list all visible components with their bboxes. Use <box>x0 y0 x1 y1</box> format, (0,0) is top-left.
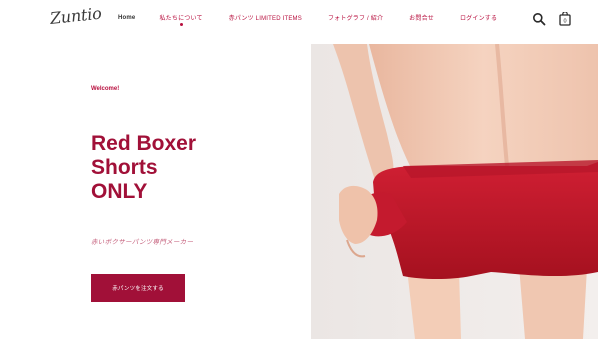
site-logo[interactable]: Zuntio <box>49 4 102 28</box>
hero-title-line: Shorts <box>91 156 158 179</box>
hero-title: Red Boxer Shorts ONLY <box>91 132 291 204</box>
nav-item-home[interactable]: Home <box>118 15 135 21</box>
main-nav: Home 私たちについて 赤パンツ LIMITED ITEMS フォトグラフ /… <box>118 13 523 26</box>
hero-text-panel: Welcome! Red Boxer Shorts ONLY 赤いボクサーパンツ… <box>0 44 311 339</box>
hero-photo <box>311 44 598 339</box>
site-header: Zuntio Home 私たちについて 赤パンツ LIMITED ITEMS フ… <box>0 0 598 44</box>
hero-title-line: ONLY <box>91 180 148 203</box>
welcome-label: Welcome! <box>91 86 120 92</box>
nav-item-limited-items[interactable]: 赤パンツ LIMITED ITEMS <box>229 13 302 22</box>
search-icon[interactable] <box>532 12 546 26</box>
nav-item-contact[interactable]: お問合せ <box>409 13 434 22</box>
hero-photo-illustration <box>311 44 598 339</box>
nav-item-about[interactable]: 私たちについて <box>159 13 203 26</box>
hero-title-line: Red Boxer <box>91 132 197 155</box>
header-icons: 0 <box>532 11 572 26</box>
hero-subtitle: 赤いボクサーパンツ専門メーカー <box>91 239 194 246</box>
nav-item-photograph[interactable]: フォトグラフ / 紹介 <box>328 13 383 22</box>
svg-text:0: 0 <box>563 19 566 25</box>
cart-icon[interactable]: 0 <box>558 11 572 26</box>
order-button[interactable]: 赤パンツを注文する <box>91 274 185 302</box>
nav-item-login[interactable]: ログインする <box>460 13 497 22</box>
